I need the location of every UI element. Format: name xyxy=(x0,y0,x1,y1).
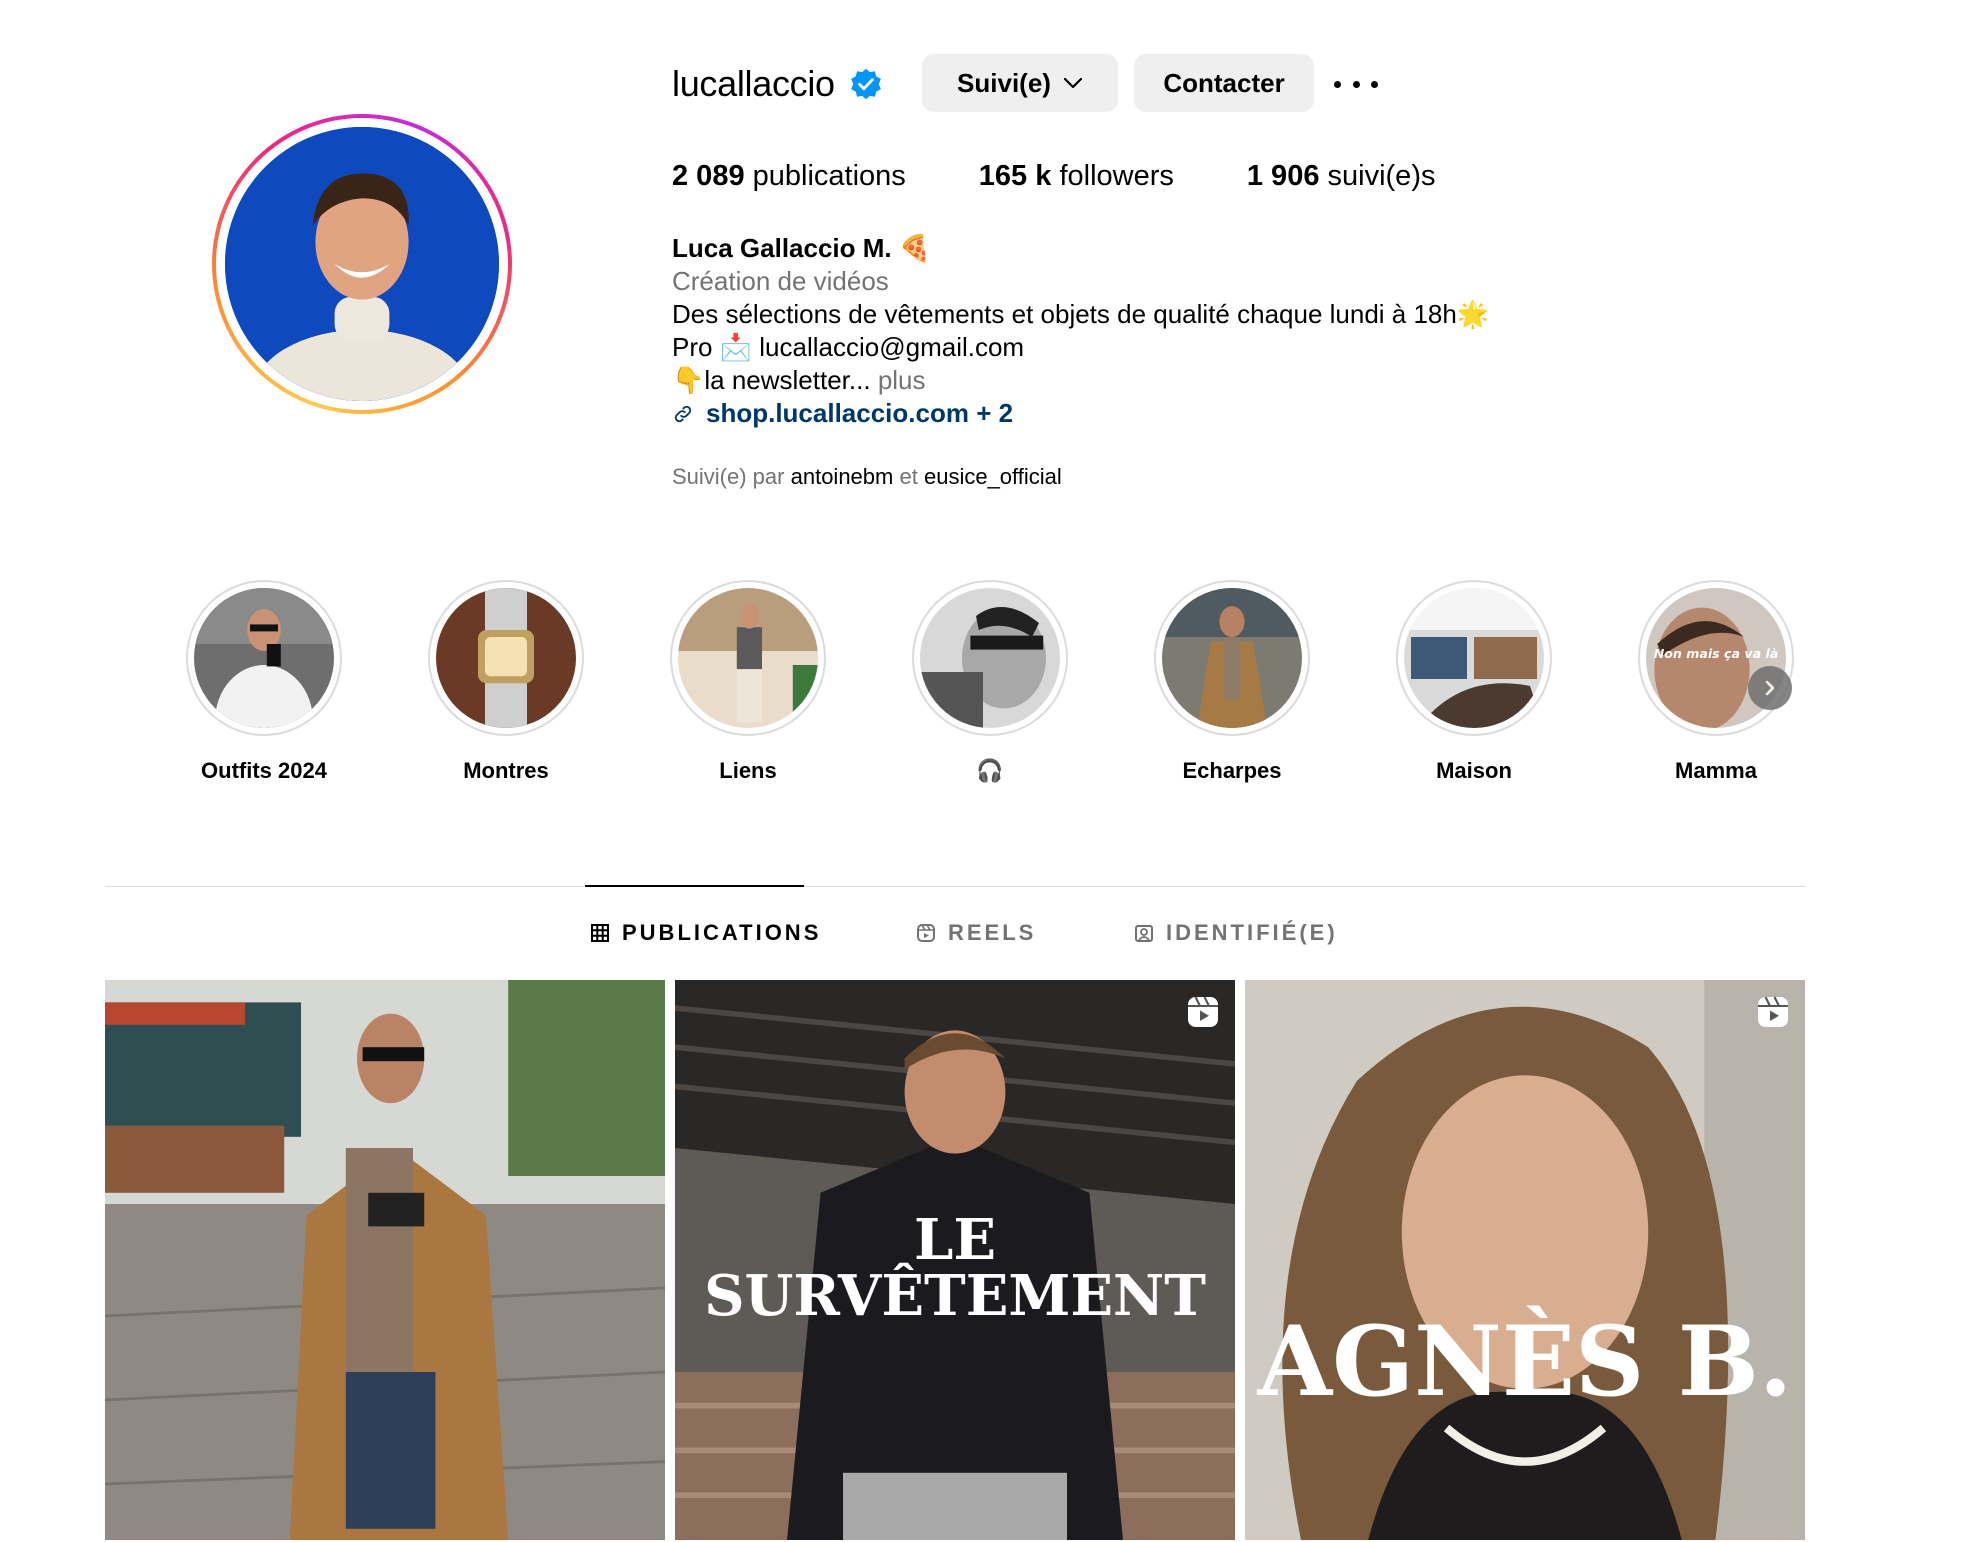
highlight-label: Outfits 2024 xyxy=(201,758,327,783)
more-options-icon[interactable] xyxy=(1334,64,1378,104)
post-overlay-text: LE xyxy=(913,1207,997,1273)
bio-line: Des sélections de vêtements et objets de… xyxy=(672,299,1490,329)
external-link-label: shop.lucallaccio.com + 2 xyxy=(706,398,1014,428)
tab-publications[interactable]: PUBLICATIONS xyxy=(590,920,821,946)
bio-more-link[interactable]: plus xyxy=(878,365,926,395)
avatar-photo xyxy=(225,127,499,401)
post-thumbnail[interactable]: AGNÈS B. xyxy=(1245,980,1805,1540)
highlight-label: Mamma xyxy=(1675,758,1757,783)
tab-label: PUBLICATIONS xyxy=(622,920,822,945)
followed-by-user[interactable]: eusice_official xyxy=(924,464,1062,489)
link-icon xyxy=(674,405,692,422)
highlights-next-button[interactable] xyxy=(1748,666,1792,710)
chevron-down-icon xyxy=(1063,77,1083,89)
tab-reels[interactable]: REELS xyxy=(916,920,1036,946)
followed-by-joiner: et xyxy=(899,464,918,489)
highlight-cover xyxy=(678,588,818,728)
tabs-divider xyxy=(105,886,1805,887)
chevron-right-icon xyxy=(1765,680,1775,696)
username-row: lucallaccio xyxy=(672,54,883,114)
highlight-label: Maison xyxy=(1436,758,1512,783)
bio-line: 👇la newsletter... xyxy=(672,365,871,395)
stat-label: followers xyxy=(1059,160,1174,192)
highlight-cover xyxy=(1404,588,1544,728)
highlight-echarpes[interactable]: Echarpes xyxy=(1154,580,1310,784)
username: lucallaccio xyxy=(672,63,835,104)
verified-badge-icon xyxy=(850,68,881,100)
reel-icon xyxy=(1758,996,1788,1027)
contact-button[interactable]: Contacter xyxy=(1134,54,1314,112)
post-thumbnail[interactable] xyxy=(105,980,665,1540)
tagged-icon xyxy=(1135,925,1153,942)
grid-icon xyxy=(591,924,609,942)
reels-icon xyxy=(917,924,935,942)
post-overlay-text: SURVÊTEMENT xyxy=(704,1263,1206,1329)
highlight-cover xyxy=(194,588,334,728)
highlight-headphones[interactable]: 🎧 xyxy=(912,580,1068,784)
highlight-montres[interactable]: Montres xyxy=(428,580,584,784)
full-name: Luca Gallaccio M. 🍕 xyxy=(672,233,932,263)
stat-following[interactable]: 1 906 suivi(e)s xyxy=(1247,160,1436,193)
stat-value: 1 906 xyxy=(1246,160,1320,192)
highlight-label: Montres xyxy=(463,758,549,783)
post-thumbnail[interactable]: LE SURVÊTEMENT xyxy=(675,980,1235,1540)
highlight-label: Liens xyxy=(719,758,777,783)
stat-label: suivi(e)s xyxy=(1327,160,1436,192)
highlight-cover xyxy=(920,588,1060,728)
reel-icon xyxy=(1188,996,1218,1027)
tab-tagged[interactable]: IDENTIFIÉ(E) xyxy=(1134,920,1338,946)
highlight-outfits[interactable]: Outfits 2024 xyxy=(186,580,342,784)
stat-followers[interactable]: 165 k followers xyxy=(979,160,1174,193)
highlight-maison[interactable]: Maison xyxy=(1396,580,1552,784)
highlight-cover xyxy=(436,588,576,728)
tab-label: REELS xyxy=(948,920,1037,945)
profile-bio: Luca Gallaccio M. 🍕 Création de vidéos D… xyxy=(672,232,1489,430)
category-label: Création de vidéos xyxy=(672,266,889,296)
highlight-liens[interactable]: Liens xyxy=(670,580,826,784)
highlight-overlay-text: Non mais ça va là xyxy=(1654,646,1779,661)
stat-value: 165 k xyxy=(978,160,1052,192)
stat-publications[interactable]: 2 089 publications xyxy=(672,160,906,193)
tab-label: IDENTIFIÉ(E) xyxy=(1166,920,1338,945)
highlight-cover xyxy=(1162,588,1302,728)
external-link[interactable]: shop.lucallaccio.com + 2 xyxy=(672,397,1489,430)
highlight-label: 🎧 xyxy=(976,758,1004,783)
bio-line: Pro 📩 lucallaccio@gmail.com xyxy=(672,332,1025,362)
post-image xyxy=(1245,980,1805,1540)
profile-stats: 2 089 publications 165 k followers 1 906… xyxy=(672,160,1508,193)
stat-value: 2 089 xyxy=(672,160,745,192)
profile-avatar[interactable] xyxy=(212,114,512,414)
highlight-label: Echarpes xyxy=(1182,758,1282,783)
followed-by[interactable]: Suivi(e) par antoinebm et eusice_officia… xyxy=(672,464,1062,490)
post-overlay-text: AGNÈS B. xyxy=(1257,1305,1793,1418)
followed-by-user[interactable]: antoinebm xyxy=(791,464,894,489)
following-button[interactable]: Suivi(e) xyxy=(922,54,1118,112)
following-button-label: Suivi(e) xyxy=(957,67,1051,98)
stat-label: publications xyxy=(752,160,906,192)
post-image xyxy=(105,980,665,1540)
active-tab-indicator xyxy=(585,885,804,887)
followed-by-prefix: Suivi(e) par xyxy=(672,464,785,489)
